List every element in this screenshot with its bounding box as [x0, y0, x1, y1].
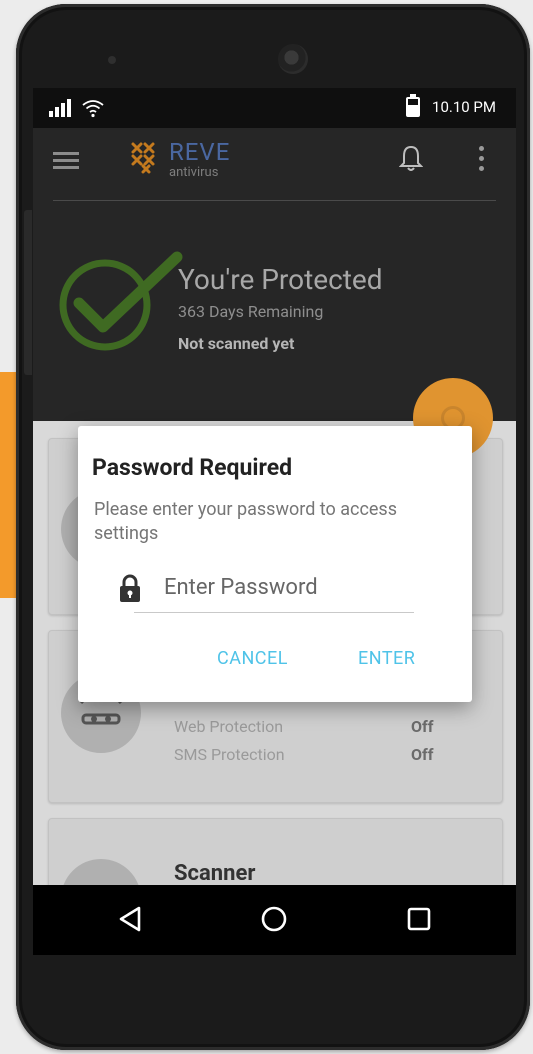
- phone-camera: [278, 44, 308, 74]
- back-icon[interactable]: [117, 905, 143, 933]
- web-protection-value: Off: [411, 717, 434, 736]
- protection-title: You're Protected: [178, 263, 383, 296]
- scan-status: Not scanned yet: [178, 334, 295, 353]
- phone-sensor: [108, 56, 116, 64]
- wifi-icon: [82, 100, 104, 118]
- navigation-bar: [33, 885, 516, 955]
- more-icon[interactable]: [479, 146, 485, 176]
- enter-button[interactable]: ENTER: [358, 648, 415, 669]
- phone-screen: 10.10 PM REVE antivirus You're Protected…: [33, 88, 516, 885]
- background-accent-strip: [0, 372, 16, 598]
- reve-logo-icon: [131, 142, 155, 174]
- protected-check-icon: [59, 251, 183, 351]
- days-remaining: 363 Days Remaining: [178, 302, 324, 321]
- app-logo: REVE antivirus: [129, 140, 230, 179]
- signal-icon: [49, 99, 71, 117]
- password-dialog: Password Required Please enter your pass…: [78, 426, 472, 702]
- password-input[interactable]: [164, 566, 410, 608]
- scanner-card[interactable]: Scanner: [48, 818, 503, 885]
- status-time: 10.10 PM: [432, 98, 496, 116]
- card-icon-circle: [61, 859, 141, 885]
- home-icon[interactable]: [260, 905, 288, 933]
- bell-icon[interactable]: [399, 144, 423, 172]
- status-bar: 10.10 PM: [33, 88, 516, 128]
- cancel-button[interactable]: CANCEL: [217, 648, 288, 669]
- lock-icon: [120, 574, 140, 602]
- phone-side-button: [24, 210, 32, 375]
- scanner-title: Scanner: [174, 861, 256, 885]
- app-bar: REVE antivirus: [33, 128, 516, 201]
- dialog-message: Please enter your password to access set…: [94, 499, 398, 544]
- web-protection-label: Web Protection: [174, 717, 284, 736]
- brand-name: REVE: [169, 138, 231, 166]
- recents-icon[interactable]: [406, 905, 432, 933]
- menu-icon[interactable]: [53, 152, 79, 170]
- dialog-title: Password Required: [92, 454, 293, 481]
- sms-protection-label: SMS Protection: [174, 745, 285, 764]
- battery-icon: [406, 94, 421, 117]
- sms-protection-value: Off: [411, 745, 434, 764]
- password-field-row: [120, 566, 414, 613]
- brand-subtitle: antivirus: [169, 165, 219, 180]
